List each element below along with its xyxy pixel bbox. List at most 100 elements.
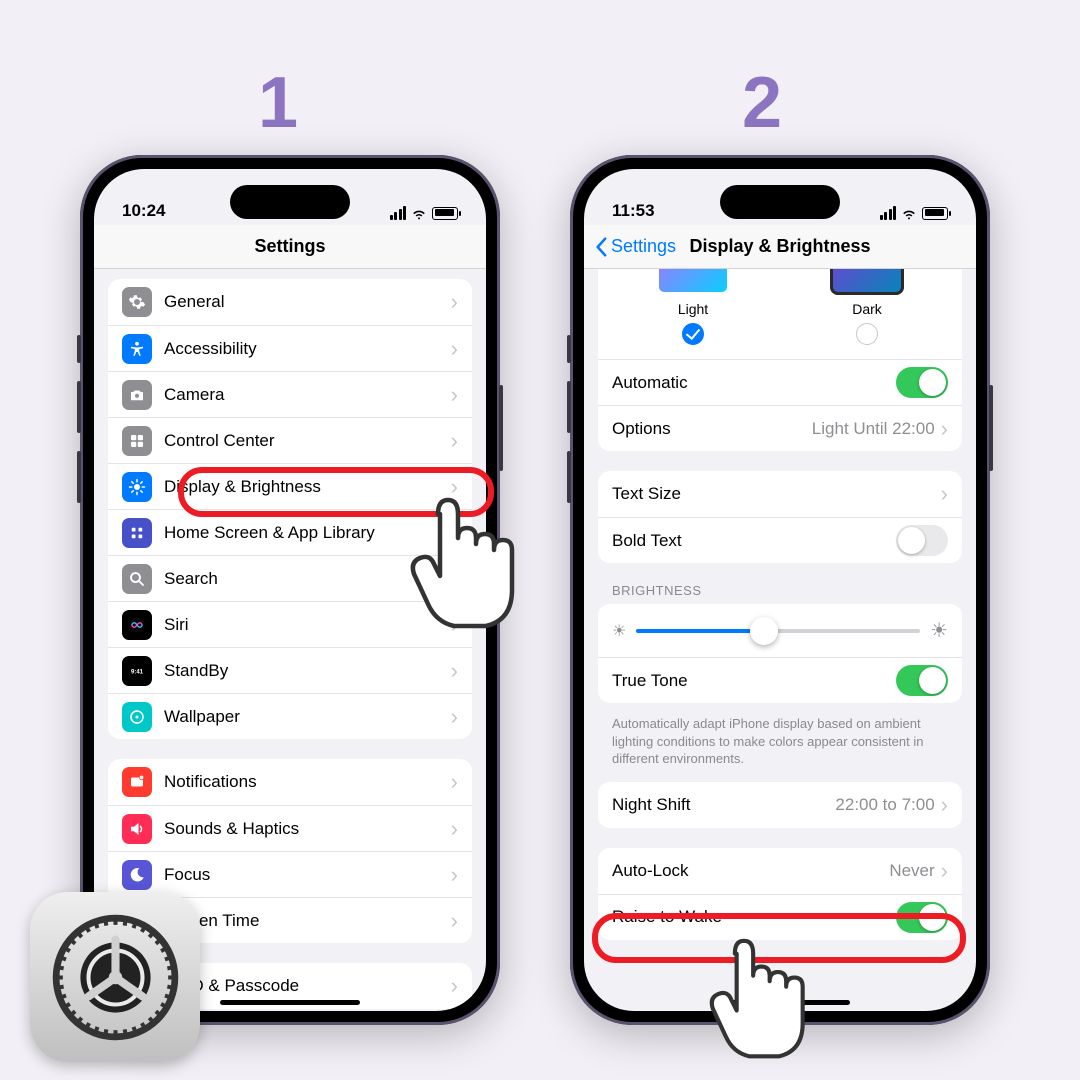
- accessibility-label: Accessibility: [164, 339, 451, 359]
- standby-icon: 9:41: [122, 656, 152, 686]
- chevron-right-icon: ›: [451, 612, 458, 638]
- siri-label: Siri: [164, 615, 451, 635]
- home-indicator: [710, 1000, 850, 1005]
- sounds-label: Sounds & Haptics: [164, 819, 451, 839]
- display-icon: [122, 472, 152, 502]
- dark-radio[interactable]: [856, 323, 878, 345]
- appearance-group: Light Dark Automatic Options Light Unti: [598, 269, 962, 451]
- chevron-right-icon: ›: [941, 858, 948, 884]
- siri-icon: [122, 610, 152, 640]
- raise-to-wake-label: Raise to Wake: [612, 907, 896, 927]
- appearance-dark[interactable]: Dark: [830, 269, 904, 345]
- status-time: 11:53: [612, 201, 655, 221]
- row-control-center[interactable]: Control Center›: [108, 417, 472, 463]
- nav-bar: Settings Display & Brightness: [584, 225, 976, 269]
- light-preview: [656, 269, 730, 295]
- chevron-right-icon: ›: [451, 862, 458, 888]
- notifications-icon: [122, 767, 152, 797]
- standby-label: StandBy: [164, 661, 451, 681]
- focus-icon: [122, 860, 152, 890]
- sounds-icon: [122, 814, 152, 844]
- row-night-shift[interactable]: Night Shift 22:00 to 7:00 ›: [598, 782, 962, 828]
- back-button[interactable]: Settings: [594, 236, 676, 257]
- row-standby[interactable]: 9:41StandBy›: [108, 647, 472, 693]
- search-icon: [122, 564, 152, 594]
- row-auto-lock[interactable]: Auto-Lock Never ›: [598, 848, 962, 894]
- automatic-label: Automatic: [612, 373, 896, 393]
- night-shift-value: 22:00 to 7:00: [835, 795, 934, 815]
- row-sounds[interactable]: Sounds & Haptics›: [108, 805, 472, 851]
- search-label: Search: [164, 569, 451, 589]
- raise-to-wake-toggle[interactable]: [896, 902, 948, 933]
- page-title: Display & Brightness: [689, 236, 870, 257]
- row-notifications[interactable]: Notifications›: [108, 759, 472, 805]
- display-label: Display & Brightness: [164, 477, 451, 497]
- options-value: Light Until 22:00: [812, 419, 935, 439]
- light-label: Light: [656, 301, 730, 317]
- brightness-slider[interactable]: [636, 629, 920, 633]
- chevron-right-icon: ›: [451, 973, 458, 999]
- status-time: 10:24: [122, 201, 165, 221]
- battery-icon: [432, 207, 458, 220]
- dark-label: Dark: [830, 301, 904, 317]
- chevron-right-icon: ›: [941, 416, 948, 442]
- auto-lock-label: Auto-Lock: [612, 861, 889, 881]
- chevron-right-icon: ›: [941, 792, 948, 818]
- control-center-icon: [122, 426, 152, 456]
- chevron-right-icon: ›: [451, 382, 458, 408]
- row-wallpaper[interactable]: Wallpaper›: [108, 693, 472, 739]
- signal-icon: [880, 206, 897, 220]
- chevron-right-icon: ›: [451, 566, 458, 592]
- row-text-size[interactable]: Text Size ›: [598, 471, 962, 517]
- notifications-label: Notifications: [164, 772, 451, 792]
- dynamic-island: [720, 185, 840, 219]
- camera-label: Camera: [164, 385, 451, 405]
- text-group: Text Size › Bold Text: [598, 471, 962, 563]
- chevron-right-icon: ›: [941, 481, 948, 507]
- settings-group-1: General›Accessibility›Camera›Control Cen…: [108, 279, 472, 739]
- screentime-label: Screen Time: [164, 911, 451, 931]
- night-shift-label: Night Shift: [612, 795, 835, 815]
- svg-text:9:41: 9:41: [131, 669, 144, 675]
- wifi-icon: [411, 205, 427, 221]
- row-camera[interactable]: Camera›: [108, 371, 472, 417]
- night-shift-group: Night Shift 22:00 to 7:00 ›: [598, 782, 962, 828]
- sun-large-icon: ☀︎: [930, 618, 948, 643]
- auto-lock-value: Never: [889, 861, 934, 881]
- row-raise-to-wake[interactable]: Raise to Wake: [598, 894, 962, 940]
- step-label-2: 2: [742, 62, 782, 144]
- light-radio-selected[interactable]: [682, 323, 704, 345]
- dynamic-island: [230, 185, 350, 219]
- home-indicator: [220, 1000, 360, 1005]
- row-siri[interactable]: Siri›: [108, 601, 472, 647]
- chevron-right-icon: ›: [451, 336, 458, 362]
- row-home[interactable]: Home Screen & App Library›: [108, 509, 472, 555]
- chevron-right-icon: ›: [451, 520, 458, 546]
- true-tone-toggle[interactable]: [896, 665, 948, 696]
- faceid-label: ce ID & Passcode: [164, 976, 451, 996]
- row-options[interactable]: Options Light Until 22:00 ›: [598, 405, 962, 451]
- chevron-right-icon: ›: [451, 428, 458, 454]
- row-focus[interactable]: Focus›: [108, 851, 472, 897]
- bold-text-toggle[interactable]: [896, 525, 948, 556]
- dark-preview: [830, 269, 904, 295]
- signal-icon: [390, 206, 407, 220]
- row-general[interactable]: General›: [108, 279, 472, 325]
- focus-label: Focus: [164, 865, 451, 885]
- back-label: Settings: [611, 236, 676, 257]
- row-search[interactable]: Search›: [108, 555, 472, 601]
- row-bold-text[interactable]: Bold Text: [598, 517, 962, 563]
- chevron-right-icon: ›: [451, 908, 458, 934]
- row-automatic[interactable]: Automatic: [598, 359, 962, 405]
- row-accessibility[interactable]: Accessibility›: [108, 325, 472, 371]
- wallpaper-label: Wallpaper: [164, 707, 451, 727]
- row-display[interactable]: Display & Brightness›: [108, 463, 472, 509]
- wifi-icon: [901, 205, 917, 221]
- automatic-toggle[interactable]: [896, 367, 948, 398]
- appearance-light[interactable]: Light: [656, 269, 730, 345]
- home-icon: [122, 518, 152, 548]
- row-true-tone[interactable]: True Tone: [598, 657, 962, 703]
- control-center-label: Control Center: [164, 431, 451, 451]
- options-label: Options: [612, 419, 812, 439]
- accessibility-icon: [122, 334, 152, 364]
